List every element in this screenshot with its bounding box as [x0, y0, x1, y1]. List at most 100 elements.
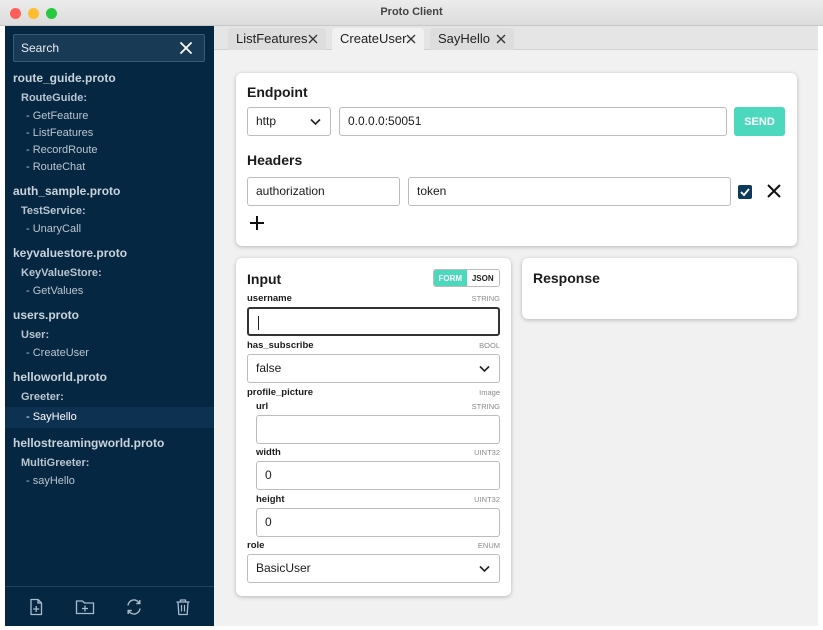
has-subscribe-type: BOOL [479, 341, 500, 350]
tree-group: users.proto User: - CreateUser [5, 305, 214, 362]
tree-group: helloworld.proto Greeter: - SayHello [5, 367, 214, 428]
tree-group: hellostreamingworld.proto MultiGreeter: … [5, 433, 214, 490]
header-value-input[interactable]: token [408, 177, 731, 206]
address-input[interactable]: 0.0.0.0:50051 [339, 107, 727, 136]
role-type: ENUM [477, 541, 500, 550]
tree-service[interactable]: KeyValueStore: [5, 264, 214, 283]
height-input[interactable]: 0 [256, 508, 500, 537]
height-type: UINT32 [474, 495, 500, 504]
add-header-icon[interactable] [249, 215, 265, 231]
tab-label: ListFeatures [236, 31, 308, 46]
tree-group: route_guide.proto RouteGuide: - GetFeatu… [5, 68, 214, 176]
window-title: Proto Client [380, 6, 443, 18]
tree-group: auth_sample.proto TestService: - UnaryCa… [5, 181, 214, 238]
close-tab-icon[interactable] [406, 34, 416, 44]
tab-listfeatures[interactable]: ListFeatures [228, 28, 326, 50]
add-file-button[interactable] [25, 596, 47, 618]
close-tab-icon[interactable] [496, 34, 506, 44]
username-type: STRING [471, 294, 500, 303]
tree-service[interactable]: TestService: [5, 202, 214, 221]
height-value: 0 [265, 515, 272, 529]
tree-method[interactable]: - RouteChat [5, 159, 214, 176]
tree-method[interactable]: - UnaryCall [5, 221, 214, 238]
width-value: 0 [265, 468, 272, 482]
close-tab-icon[interactable] [308, 34, 318, 44]
tree-service[interactable]: RouteGuide: [5, 89, 214, 108]
tab-label: SayHello [438, 31, 491, 46]
search-box [13, 34, 205, 62]
height-label: height [256, 494, 285, 505]
tree-method[interactable]: - RecordRoute [5, 142, 214, 159]
width-label: width [256, 447, 281, 458]
protocol-value: http [256, 114, 277, 128]
url-label: url [256, 401, 269, 412]
has-subscribe-value: false [256, 361, 282, 375]
refresh-button[interactable] [123, 596, 145, 618]
tree-service[interactable]: Greeter: [5, 388, 214, 407]
tab-createuser[interactable]: CreateUser [332, 28, 424, 50]
sidebar-footer [5, 586, 214, 626]
profile-picture-type: Image [479, 388, 500, 397]
main-panel: ListFeatures CreateUser SayHello Endpoin… [214, 26, 818, 626]
tree-method[interactable]: - CreateUser [5, 345, 214, 362]
profile-picture-label: profile_picture [247, 387, 313, 398]
chevron-down-icon [479, 365, 490, 373]
protocol-select[interactable]: http [247, 107, 331, 136]
tree-file[interactable]: helloworld.proto [5, 367, 214, 388]
tree-method[interactable]: - GetValues [5, 283, 214, 300]
headers-heading: Headers [247, 152, 303, 168]
send-button[interactable]: SEND [734, 107, 785, 136]
address-value: 0.0.0.0:50051 [348, 114, 422, 128]
search-input[interactable] [14, 35, 174, 61]
tree-file[interactable]: users.proto [5, 305, 214, 326]
tab-label: CreateUser [340, 31, 407, 46]
trash-icon [176, 598, 190, 615]
json-mode-button[interactable]: JSON [466, 270, 499, 286]
header-key-input[interactable]: authorization [247, 177, 400, 206]
add-file-icon [29, 598, 42, 615]
tree-method[interactable]: - GetFeature [5, 108, 214, 125]
width-type: UINT32 [474, 448, 500, 457]
tab-sayhello[interactable]: SayHello [430, 28, 514, 50]
delete-button[interactable] [172, 596, 194, 618]
url-type: STRING [471, 402, 500, 411]
sidebar: route_guide.proto RouteGuide: - GetFeatu… [5, 26, 214, 626]
chevron-down-icon [310, 118, 321, 126]
response-card: Response [522, 258, 797, 319]
has-subscribe-label: has_subscribe [247, 340, 314, 351]
tree-method-active[interactable]: - SayHello [5, 407, 214, 428]
checkmark-icon [740, 188, 750, 197]
tab-bar: ListFeatures CreateUser SayHello [214, 26, 818, 50]
input-card: Input FORM JSON username STRING has_subs… [236, 258, 511, 596]
response-heading: Response [533, 270, 600, 286]
close-icon[interactable] [179, 41, 193, 55]
add-folder-icon [75, 599, 95, 614]
has-subscribe-select[interactable]: false [247, 354, 500, 383]
tree-method[interactable]: - ListFeatures [5, 125, 214, 142]
input-mode-toggle: FORM JSON [433, 269, 500, 287]
role-select[interactable]: BasicUser [247, 554, 500, 583]
header-enabled-checkbox[interactable] [738, 185, 752, 199]
add-folder-button[interactable] [74, 596, 96, 618]
request-card: Endpoint http 0.0.0.0:50051 SEND Headers… [236, 73, 797, 246]
remove-header-icon[interactable] [766, 183, 782, 199]
form-mode-button[interactable]: FORM [434, 270, 467, 286]
tree-file[interactable]: hellostreamingworld.proto [5, 433, 214, 454]
role-value: BasicUser [256, 561, 311, 575]
header-value-value: token [417, 184, 447, 198]
tree-file[interactable]: keyvaluestore.proto [5, 243, 214, 264]
tree-file[interactable]: route_guide.proto [5, 68, 214, 89]
tree-service[interactable]: MultiGreeter: [5, 454, 214, 473]
username-label: username [247, 293, 292, 304]
username-input[interactable] [247, 307, 500, 336]
tree-method[interactable]: - sayHello [5, 473, 214, 490]
proto-tree: route_guide.proto RouteGuide: - GetFeatu… [5, 68, 214, 495]
tree-service[interactable]: User: [5, 326, 214, 345]
tree-file[interactable]: auth_sample.proto [5, 181, 214, 202]
header-key-value: authorization [256, 184, 325, 198]
refresh-icon [127, 598, 141, 615]
title-bar: Proto Client [0, 0, 823, 26]
url-input[interactable] [256, 415, 500, 444]
tree-group: keyvaluestore.proto KeyValueStore: - Get… [5, 243, 214, 300]
width-input[interactable]: 0 [256, 461, 500, 490]
